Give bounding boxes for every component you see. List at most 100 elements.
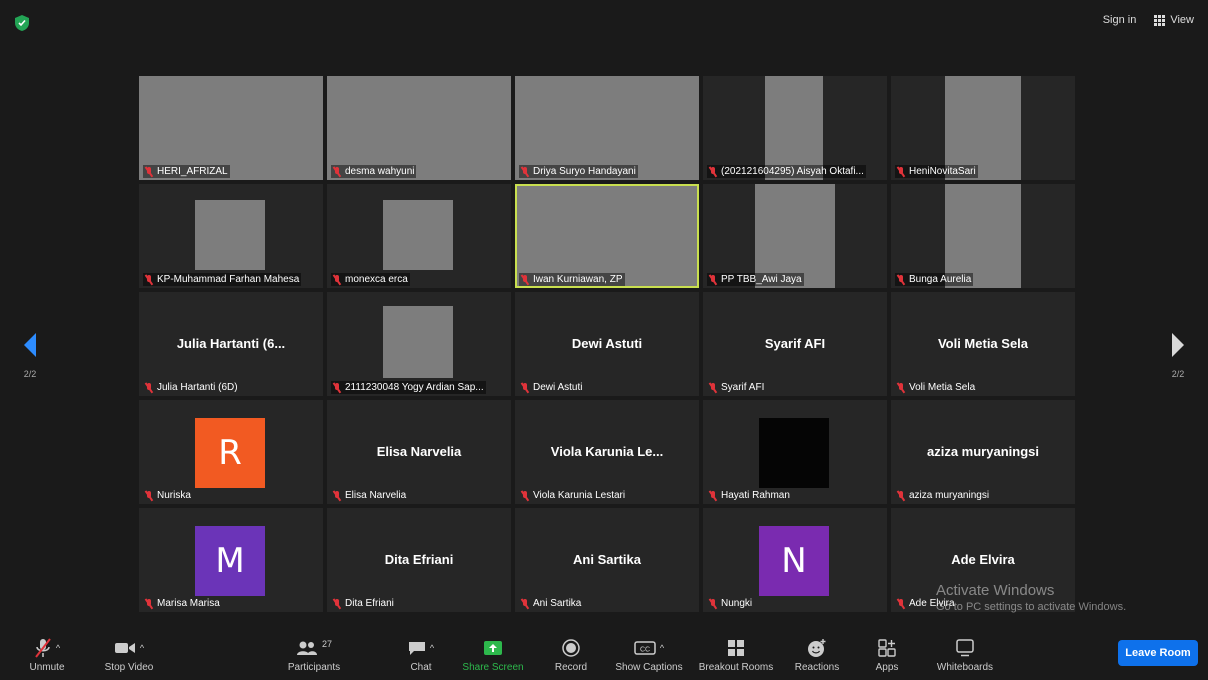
muted-microphone-icon — [333, 490, 341, 501]
video-feed — [517, 186, 697, 286]
participant-tile[interactable]: aziza muryaningsi aziza muryaningsi — [891, 400, 1075, 504]
participant-avatar: N — [759, 526, 829, 596]
participant-tile[interactable]: Driya Suryo Handayani — [515, 76, 699, 180]
participant-tile[interactable]: Syarif AFI Syarif AFI — [703, 292, 887, 396]
participant-tile[interactable]: M Marisa Marisa — [139, 508, 323, 612]
muted-microphone-icon — [709, 598, 717, 609]
participant-name-label: Viola Karunia Lestari — [519, 489, 627, 502]
muted-microphone-icon — [709, 490, 717, 501]
unmute-label: Unmute — [29, 662, 65, 673]
participant-tile[interactable]: Hayati Rahman — [703, 400, 887, 504]
participants-button[interactable]: 27 Participants — [282, 638, 346, 673]
participant-tile[interactable]: Dita Efriani Dita Efriani — [327, 508, 511, 612]
security-shield-icon[interactable] — [14, 14, 30, 32]
participant-display-name: Dewi Astuti — [571, 336, 643, 351]
participant-tile[interactable]: HeniNovitaSari — [891, 76, 1075, 180]
stop-video-button[interactable]: ^ Stop Video — [98, 638, 160, 673]
participant-name: HeniNovitaSari — [909, 166, 976, 177]
participant-tile[interactable]: Dewi Astuti Dewi Astuti — [515, 292, 699, 396]
participant-grid: HERI_AFRIZAL desma wahyuni Driya Suryo Han… — [139, 76, 1075, 612]
participant-tile[interactable]: N Nungki — [703, 508, 887, 612]
participant-name-label: desma wahyuni — [331, 165, 417, 178]
participant-name-label: Nuriska — [143, 489, 193, 502]
view-label: View — [1170, 14, 1194, 26]
previous-page-button[interactable]: 2/2 — [20, 332, 40, 379]
participant-tile[interactable]: Elisa Narvelia Elisa Narvelia — [327, 400, 511, 504]
participant-tile[interactable]: Ani Sartika Ani Sartika — [515, 508, 699, 612]
audio-options-caret-icon[interactable]: ^ — [56, 643, 60, 653]
participant-tile[interactable]: Viola Karunia Le... Viola Karunia Lestari — [515, 400, 699, 504]
view-button[interactable]: View — [1154, 14, 1194, 26]
participant-tile[interactable]: PP TBB_Awi Jaya — [703, 184, 887, 288]
participants-label: Participants — [287, 662, 341, 673]
participant-name: Nungki — [721, 598, 753, 609]
participant-tile[interactable]: Iwan Kurniawan, ZP — [515, 184, 699, 288]
participant-name-label: PP TBB_Awi Jaya — [707, 273, 804, 286]
participant-avatar: M — [195, 526, 265, 596]
leave-room-button[interactable]: Leave Room — [1118, 640, 1198, 666]
participant-name: Dita Efriani — [345, 598, 394, 609]
muted-microphone-icon — [145, 274, 153, 285]
participant-tile[interactable]: R Nuriska — [139, 400, 323, 504]
whiteboard-icon — [956, 639, 974, 657]
muted-microphone-icon — [145, 598, 153, 609]
participant-name: HERI_AFRIZAL — [157, 166, 228, 177]
apps-button[interactable]: Apps — [866, 638, 908, 673]
participant-name-label: Nungki — [707, 597, 754, 610]
participants-count: 27 — [321, 639, 332, 649]
stop-video-label: Stop Video — [104, 662, 154, 673]
muted-microphone-icon — [145, 490, 153, 501]
muted-microphone-icon — [521, 598, 529, 609]
meeting-toolbar: ^ Unmute ^ Stop Video 27 Participants ^ … — [0, 632, 1208, 680]
microphone-muted-icon — [35, 638, 51, 658]
grid-view-icon — [1154, 14, 1166, 26]
reactions-button[interactable]: Reactions — [790, 638, 844, 673]
participant-display-name: Elisa Narvelia — [376, 444, 462, 459]
video-feed — [383, 200, 453, 270]
chat-bubble-icon — [408, 642, 425, 655]
video-camera-icon — [114, 643, 135, 653]
participant-display-name: Ani Sartika — [573, 552, 641, 567]
muted-microphone-icon — [897, 274, 905, 285]
participant-tile[interactable]: Bunga Aurelia — [891, 184, 1075, 288]
sign-in-link[interactable]: Sign in — [1103, 14, 1137, 26]
participant-tile[interactable]: monexca erca — [327, 184, 511, 288]
participant-name-label: aziza muryaningsi — [895, 489, 991, 502]
share-screen-button[interactable]: Share Screen — [460, 638, 526, 673]
next-page-button[interactable]: 2/2 — [1168, 332, 1188, 379]
muted-microphone-icon — [333, 166, 341, 177]
video-options-caret-icon[interactable]: ^ — [140, 643, 144, 653]
muted-microphone-icon — [897, 166, 905, 177]
participant-name: Elisa Narvelia — [345, 490, 407, 501]
participants-icon — [296, 641, 317, 655]
participant-tile[interactable]: 2111230048 Yogy Ardian Sap... — [327, 292, 511, 396]
participant-name: Bunga Aurelia — [909, 274, 972, 285]
participant-name-label: Dita Efriani — [331, 597, 396, 610]
participant-tile[interactable]: desma wahyuni — [327, 76, 511, 180]
unmute-button[interactable]: ^ Unmute — [22, 638, 72, 673]
muted-microphone-icon — [333, 382, 341, 393]
participant-name-label: Iwan Kurniawan, ZP — [519, 273, 625, 286]
participant-tile[interactable]: KP-Muhammad Farhan Mahesa — [139, 184, 323, 288]
page-indicator-left: 2/2 — [23, 369, 37, 379]
participant-tile[interactable]: (202121604295) Aisyah Oktafi... — [703, 76, 887, 180]
muted-microphone-icon — [145, 166, 153, 177]
participant-tile[interactable]: Julia Hartanti (6... Julia Hartanti (6D) — [139, 292, 323, 396]
participant-tile[interactable]: HERI_AFRIZAL — [139, 76, 323, 180]
participant-name: Dewi Astuti — [533, 382, 583, 393]
breakout-rooms-button[interactable]: Breakout Rooms — [696, 638, 776, 673]
muted-microphone-icon — [333, 598, 341, 609]
whiteboards-button[interactable]: Whiteboards — [930, 638, 1000, 673]
record-icon — [562, 639, 580, 657]
show-captions-button[interactable]: CC ^ Show Captions — [612, 638, 686, 673]
arrow-left-icon — [24, 333, 36, 357]
arrow-right-icon — [1172, 333, 1184, 357]
chat-button[interactable]: ^ Chat — [396, 638, 446, 673]
watermark-title: Activate Windows — [936, 582, 1055, 599]
record-button[interactable]: Record — [546, 638, 596, 673]
participant-name: Syarif AFI — [721, 382, 765, 393]
captions-options-caret-icon[interactable]: ^ — [660, 643, 664, 653]
participant-tile[interactable]: Voli Metia Sela Voli Metia Sela — [891, 292, 1075, 396]
muted-microphone-icon — [897, 598, 905, 609]
chat-options-caret-icon[interactable]: ^ — [430, 643, 434, 653]
